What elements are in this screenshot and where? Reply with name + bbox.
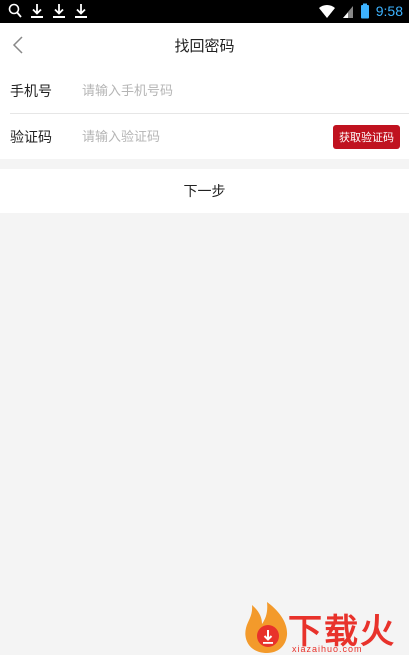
search-icon bbox=[8, 3, 22, 18]
battery-icon bbox=[360, 3, 369, 19]
watermark: 下载火 xiazaihuo.com bbox=[240, 600, 409, 655]
download-icon bbox=[75, 4, 87, 18]
status-left-icons bbox=[8, 3, 88, 19]
download-icon bbox=[53, 4, 65, 18]
code-row: 验证码 获取验证码 bbox=[0, 114, 409, 159]
status-bar: 9:58 bbox=[0, 0, 409, 23]
next-button[interactable]: 下一步 bbox=[0, 169, 409, 213]
reset-form: 手机号 验证码 获取验证码 bbox=[0, 68, 409, 159]
signal-icon bbox=[342, 6, 353, 18]
nav-bar: 找回密码 bbox=[0, 23, 409, 68]
page-title: 找回密码 bbox=[174, 37, 235, 55]
watermark-sub: xiazaihuo.com bbox=[292, 644, 363, 654]
status-time: 9:58 bbox=[375, 3, 403, 19]
status-right-icons: 9:58 bbox=[318, 3, 403, 19]
phone-row: 手机号 bbox=[0, 68, 409, 114]
flame-logo-icon bbox=[245, 602, 288, 653]
code-label: 验证码 bbox=[10, 130, 52, 146]
wifi-icon bbox=[318, 4, 335, 18]
download-icon bbox=[31, 4, 43, 18]
get-code-button[interactable]: 获取验证码 bbox=[333, 125, 400, 149]
phone-label: 手机号 bbox=[10, 84, 52, 100]
phone-input[interactable] bbox=[82, 79, 322, 103]
code-input[interactable] bbox=[82, 125, 322, 149]
